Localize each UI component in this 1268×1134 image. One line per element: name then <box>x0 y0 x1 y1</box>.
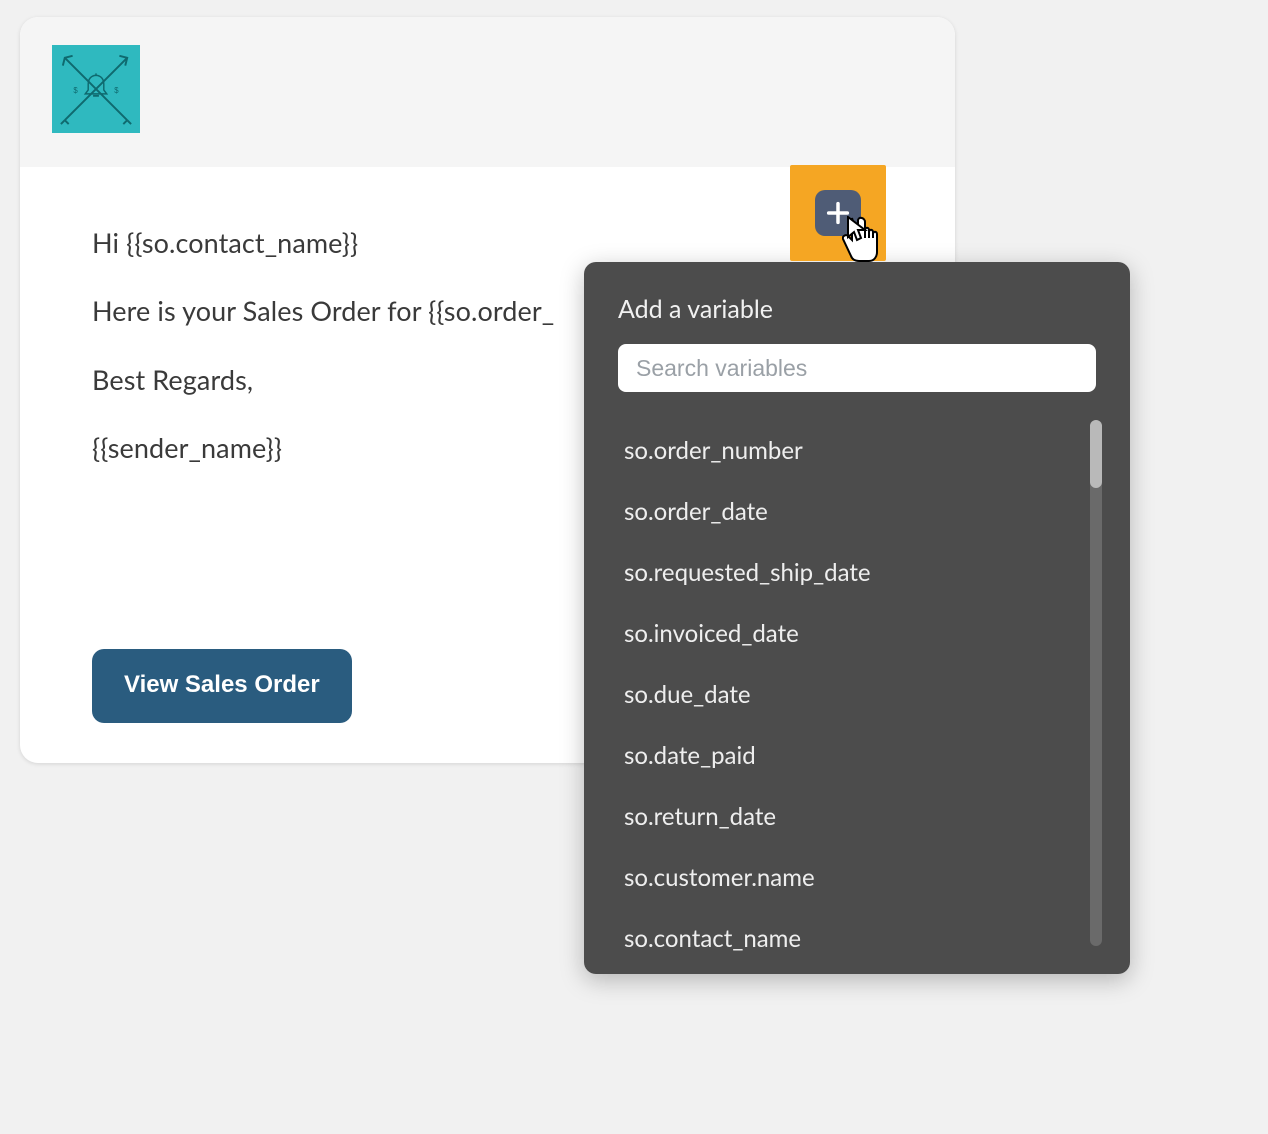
variable-list: so.order_number so.order_date so.request… <box>618 420 1096 969</box>
variable-item[interactable]: so.invoiced_date <box>618 603 1068 664</box>
email-line-greeting: Hi {{so.contact_name}} <box>92 225 883 261</box>
variable-item[interactable]: so.return_date <box>618 786 1068 847</box>
plus-icon <box>824 199 852 227</box>
variable-item[interactable]: so.date_paid <box>618 725 1068 786</box>
scrollbar-thumb[interactable] <box>1090 420 1102 488</box>
scrollbar-track <box>1090 420 1102 946</box>
variable-item[interactable]: so.contact_name <box>618 908 1068 969</box>
add-variable-button[interactable] <box>815 190 861 236</box>
variable-search-input[interactable] <box>618 344 1096 392</box>
logo-left-marker: $ <box>73 86 78 95</box>
card-header: $ $ <box>20 17 955 167</box>
crossed-arrows-icon: $ $ <box>57 50 135 128</box>
view-sales-order-button[interactable]: View Sales Order <box>92 649 352 723</box>
variable-picker-popover: Add a variable so.order_number so.order_… <box>584 262 1130 974</box>
variable-item[interactable]: so.customer.name <box>618 847 1068 908</box>
variable-item[interactable]: so.order_number <box>618 420 1068 481</box>
variable-item[interactable]: so.due_date <box>618 664 1068 725</box>
variable-item[interactable]: so.requested_ship_date <box>618 542 1068 603</box>
variable-item[interactable]: so.order_date <box>618 481 1068 542</box>
add-variable-highlight <box>790 165 886 261</box>
popover-title: Add a variable <box>618 294 1096 324</box>
brand-logo: $ $ <box>52 45 140 133</box>
logo-right-marker: $ <box>114 86 119 95</box>
variable-list-scroll[interactable]: so.order_number so.order_date so.request… <box>618 420 1096 960</box>
